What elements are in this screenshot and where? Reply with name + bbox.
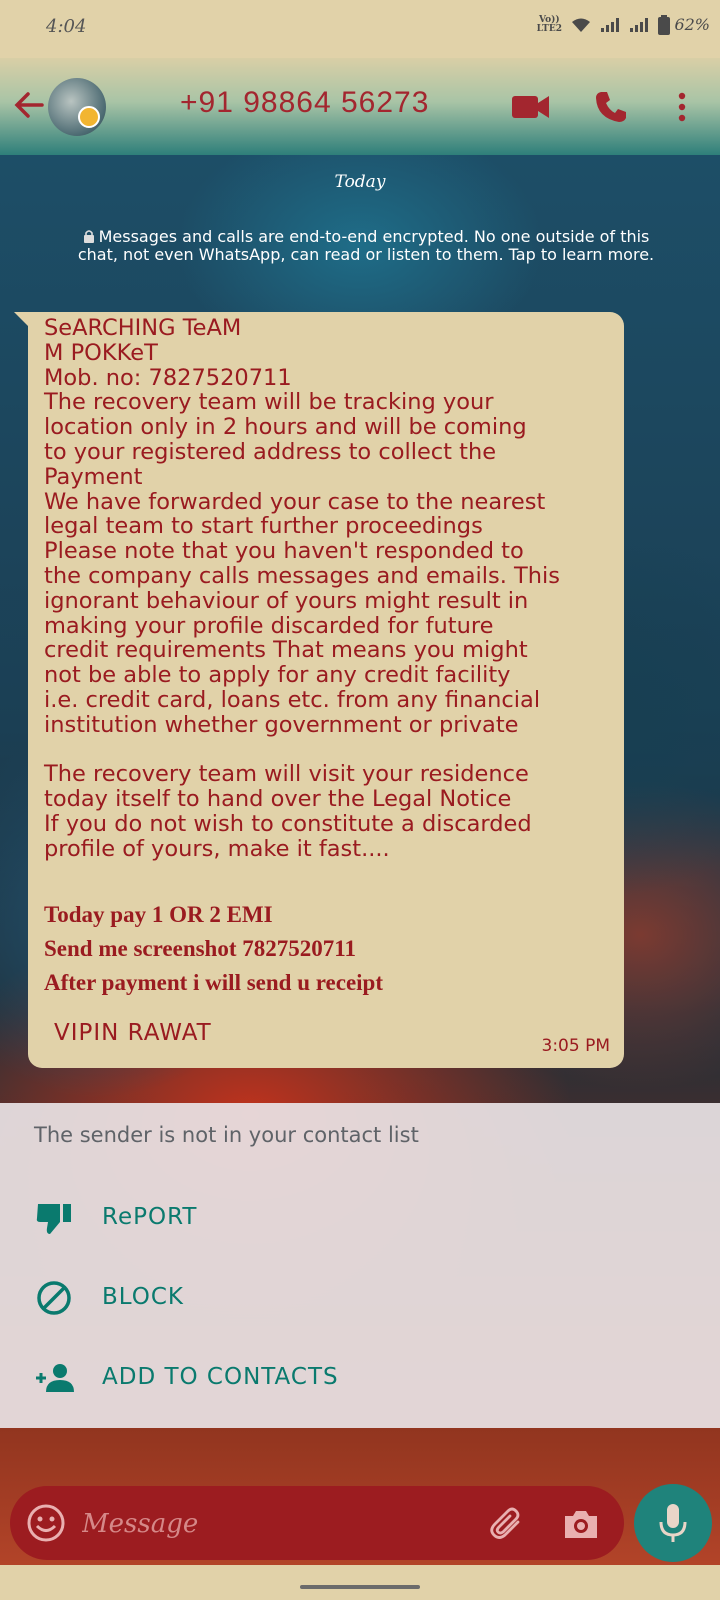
chat-header: +91 98864 56273 xyxy=(0,58,720,155)
message-line: Today pay 1 OR 2 EMI xyxy=(44,902,273,927)
home-gesture-handle[interactable] xyxy=(300,1585,420,1589)
voice-message-button[interactable] xyxy=(634,1484,712,1562)
message-timestamp: 3:05 PM xyxy=(541,1036,611,1056)
message-line: Send me screenshot 7827520711 xyxy=(44,936,356,961)
status-bar: 4:04 Vo)) LTE2 62% xyxy=(0,0,720,58)
video-call-icon[interactable] xyxy=(512,94,550,120)
report-button[interactable]: RePORT xyxy=(0,1188,720,1248)
unknown-sender-notice: The sender is not in your contact list xyxy=(34,1123,419,1147)
block-label: BLOCK xyxy=(102,1284,185,1310)
message-input[interactable] xyxy=(80,1500,464,1548)
avatar-badge xyxy=(78,106,100,128)
lock-icon xyxy=(83,230,94,243)
mic-icon xyxy=(659,1504,687,1542)
emoji-icon[interactable] xyxy=(26,1503,66,1543)
encryption-text: Messages and calls are end-to-end encryp… xyxy=(77,227,655,264)
date-divider: Today xyxy=(334,172,386,192)
message-signature: VIPIN RAWAT xyxy=(54,1020,212,1046)
battery-percent: 62% xyxy=(674,15,710,34)
add-contacts-label: ADD TO CONTACTS xyxy=(102,1364,339,1390)
signal-icon-2 xyxy=(630,18,648,32)
block-icon xyxy=(37,1281,71,1315)
incoming-message[interactable]: SeARCHING TeAM M POKKeT Mob. no: 7827520… xyxy=(14,312,624,1068)
status-time: 4:04 xyxy=(46,16,87,37)
unknown-sender-panel: The sender is not in your contact list R… xyxy=(0,1103,720,1428)
back-arrow-icon[interactable] xyxy=(12,88,46,122)
more-icon[interactable] xyxy=(676,92,688,122)
thumbs-down-icon xyxy=(36,1204,71,1234)
message-body: SeARCHING TeAM M POKKeT Mob. no: 7827520… xyxy=(44,315,560,862)
signal-icon xyxy=(601,18,619,32)
status-icons: Vo)) LTE2 xyxy=(537,15,670,35)
add-contact-icon xyxy=(36,1364,74,1392)
add-to-contacts-button[interactable]: ADD TO CONTACTS xyxy=(0,1348,720,1408)
message-composer xyxy=(10,1486,624,1560)
volte-indicator: Vo)) LTE2 xyxy=(536,15,562,34)
report-label: RePORT xyxy=(102,1204,198,1230)
message-line: After payment i will send u receipt xyxy=(44,970,384,995)
phone-icon[interactable] xyxy=(594,90,628,124)
battery-icon xyxy=(658,15,670,35)
encryption-notice[interactable]: Messages and calls are end-to-end encryp… xyxy=(66,228,666,264)
attach-icon[interactable] xyxy=(488,1506,524,1542)
avatar[interactable] xyxy=(48,78,106,136)
camera-icon[interactable] xyxy=(562,1506,600,1542)
contact-name[interactable]: +91 98864 56273 xyxy=(180,86,429,120)
navigation-bar xyxy=(0,1565,720,1600)
wifi-icon xyxy=(572,18,590,32)
block-button[interactable]: BLOCK xyxy=(0,1268,720,1328)
